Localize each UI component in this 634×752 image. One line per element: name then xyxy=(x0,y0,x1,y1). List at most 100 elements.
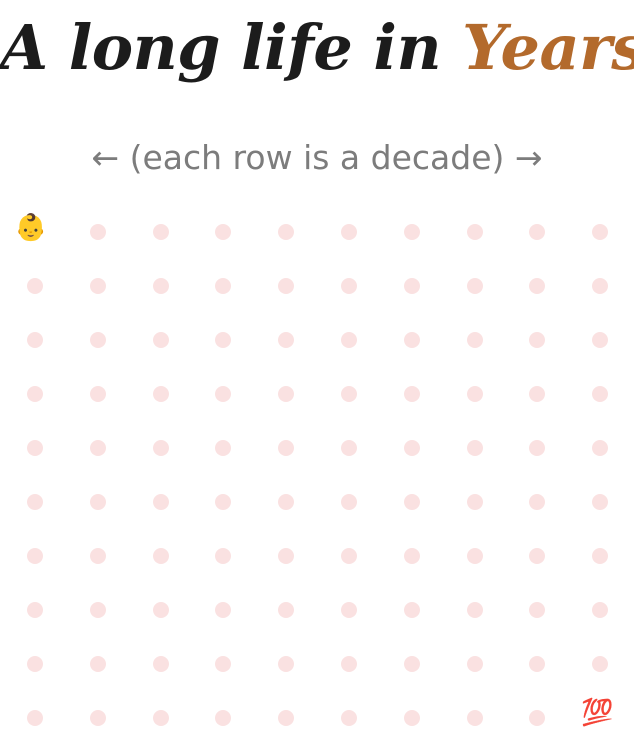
year-dot xyxy=(89,440,106,456)
year-dot xyxy=(403,386,420,402)
year-dot xyxy=(152,386,169,402)
year-dot xyxy=(27,602,43,618)
year-dot xyxy=(27,440,43,456)
year-dot xyxy=(403,602,420,618)
year-dot xyxy=(89,278,106,294)
year-dot xyxy=(341,278,357,294)
year-dot xyxy=(278,548,295,564)
year-dot xyxy=(278,278,295,294)
year-dot xyxy=(592,332,609,348)
year-dot xyxy=(89,494,106,510)
year-dot xyxy=(278,332,295,348)
year-dot xyxy=(278,440,295,456)
year-dot xyxy=(592,548,609,564)
year-dot xyxy=(215,710,232,726)
year-dot xyxy=(529,278,546,294)
year-dot xyxy=(529,332,546,348)
year-dot xyxy=(278,386,295,402)
year-dot xyxy=(215,224,232,240)
year-dot xyxy=(529,440,546,456)
year-dot xyxy=(529,656,546,672)
hundred-points-icon: 💯 xyxy=(581,698,614,728)
year-dot xyxy=(341,224,357,240)
year-dot xyxy=(529,548,546,564)
year-dot xyxy=(27,548,43,564)
year-dot xyxy=(341,386,357,402)
year-dot xyxy=(215,494,232,510)
year-dot xyxy=(152,278,169,294)
year-dot xyxy=(27,278,43,294)
year-dot xyxy=(152,494,169,510)
year-dot xyxy=(592,278,609,294)
year-dot xyxy=(592,494,609,510)
year-dot xyxy=(592,602,609,618)
year-dot xyxy=(529,710,546,726)
year-dot xyxy=(403,494,420,510)
year-dot xyxy=(466,224,483,240)
year-dot xyxy=(341,710,357,726)
year-dot xyxy=(403,278,420,294)
year-dot xyxy=(215,440,232,456)
year-dot xyxy=(152,224,169,240)
year-dot xyxy=(466,548,483,564)
year-dot xyxy=(466,656,483,672)
year-dot xyxy=(403,548,420,564)
year-dot xyxy=(403,656,420,672)
year-dot xyxy=(529,494,546,510)
year-dot xyxy=(215,332,232,348)
year-dot xyxy=(403,710,420,726)
year-dot xyxy=(27,494,43,510)
year-dot xyxy=(403,440,420,456)
year-dot xyxy=(278,656,295,672)
year-dot xyxy=(341,494,357,510)
year-dot xyxy=(89,224,106,240)
baby-icon: 👶 xyxy=(14,213,48,243)
year-dot xyxy=(466,386,483,402)
year-dot xyxy=(592,224,609,240)
year-dot xyxy=(152,710,169,726)
year-dot xyxy=(215,548,232,564)
year-dot xyxy=(278,710,295,726)
year-dot xyxy=(529,386,546,402)
year-dot xyxy=(278,494,295,510)
year-dot xyxy=(27,710,43,726)
year-dot xyxy=(341,548,357,564)
year-dot xyxy=(27,332,43,348)
year-dot xyxy=(89,386,106,402)
year-dot xyxy=(152,440,169,456)
year-dot xyxy=(403,332,420,348)
year-dot xyxy=(592,440,609,456)
year-dot xyxy=(529,602,546,618)
year-dot xyxy=(341,332,357,348)
year-dot xyxy=(403,224,420,240)
year-dot xyxy=(215,278,232,294)
year-dot xyxy=(466,710,483,726)
year-dot xyxy=(466,332,483,348)
year-dot xyxy=(89,710,106,726)
year-dot xyxy=(466,278,483,294)
year-dot xyxy=(89,602,106,618)
year-dot xyxy=(341,656,357,672)
year-dot xyxy=(278,224,295,240)
year-dot xyxy=(27,386,43,402)
year-dot xyxy=(341,602,357,618)
year-dot xyxy=(592,656,609,672)
year-dot xyxy=(341,440,357,456)
year-dot xyxy=(152,656,169,672)
year-dot xyxy=(89,656,106,672)
year-dot xyxy=(215,656,232,672)
year-dot xyxy=(89,332,106,348)
year-dot xyxy=(152,548,169,564)
year-dot xyxy=(592,386,609,402)
year-dot xyxy=(27,656,43,672)
year-dot xyxy=(152,602,169,618)
year-dot xyxy=(466,440,483,456)
years-grid: 👶 💯 xyxy=(0,0,634,752)
year-dot xyxy=(89,548,106,564)
year-dot xyxy=(529,224,546,240)
year-dot xyxy=(278,602,295,618)
year-dot xyxy=(215,602,232,618)
year-dot xyxy=(466,494,483,510)
year-dot xyxy=(152,332,169,348)
year-dot xyxy=(466,602,483,618)
